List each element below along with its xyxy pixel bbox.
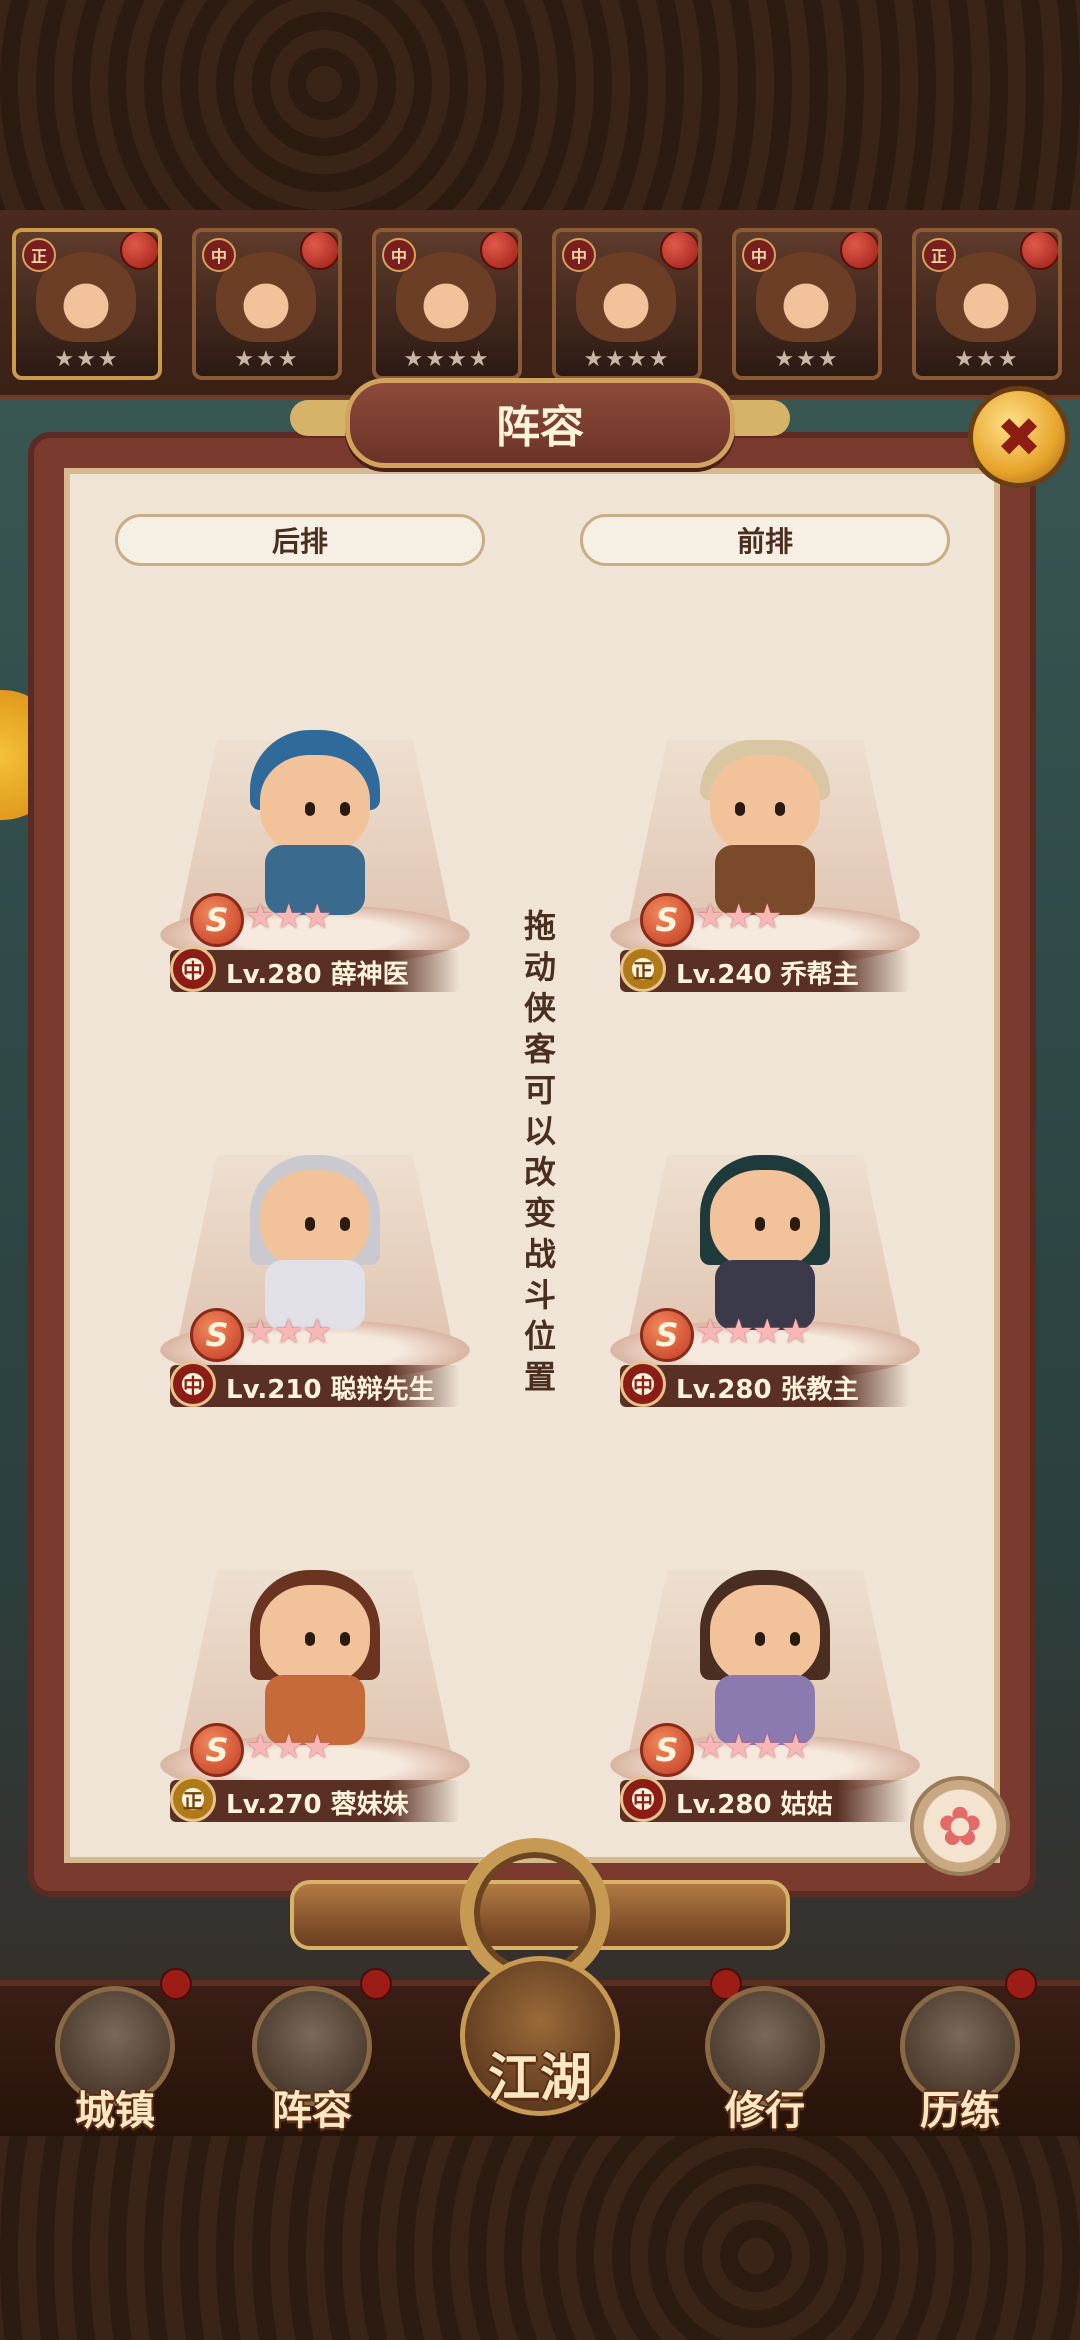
hero-name-bar: 正 Lv.240 乔帮主 [620, 946, 910, 992]
roster-hero-slot[interactable]: 中 ★★★ [732, 228, 882, 380]
roster-hero-slot[interactable]: 中 ★★★ [192, 228, 342, 380]
hero-card-front-1[interactable]: S ★★★ 正 Lv.240 乔帮主 [600, 700, 930, 1020]
star-rating: ★★★ [234, 347, 300, 372]
hero-figure [245, 1570, 385, 1745]
faction-badge: 中 [742, 238, 776, 272]
rank-badge: S [190, 893, 244, 947]
fan-button[interactable]: ✿ [910, 1776, 1010, 1876]
hero-roster: 正 ★★★ 中 ★★★ 中 ★★★★ 中 ★★★★ 中 ★★★ 正 ★★★ [0, 210, 1080, 399]
hero-level-name: Lv.280 姑姑 [676, 1790, 833, 1820]
hero-figure [695, 740, 835, 915]
star-rating: ★★★★ [695, 1312, 811, 1352]
star-rating: ★★★ [245, 1312, 332, 1352]
hero-level-name: Lv.270 蓉妹妹 [226, 1790, 409, 1820]
notification-dot [840, 232, 878, 270]
front-row-header: 前排 [580, 514, 950, 566]
hero-card-back-2[interactable]: S ★★★ 中 Lv.210 聪辩先生 [150, 1115, 480, 1435]
hero-card-back-3[interactable]: S ★★★ 正 Lv.270 蓉妹妹 [150, 1530, 480, 1850]
hero-name-bar: 中 Lv.280 姑姑 [620, 1776, 910, 1822]
star-rating: ★★★ [54, 347, 120, 372]
hero-name-bar: 中 Lv.280 薛神医 [170, 946, 460, 992]
faction-badge: 中 [620, 1361, 666, 1407]
star-rating: ★★★ [774, 347, 840, 372]
star-rating: ★★★ [245, 897, 332, 937]
hero-level-name: Lv.210 聪辩先生 [226, 1375, 435, 1405]
notification-dot [300, 232, 338, 270]
hero-card-front-3[interactable]: S ★★★★ 中 Lv.280 姑姑 [600, 1530, 930, 1850]
hero-card-back-1[interactable]: S ★★★ 中 Lv.280 薛神医 [150, 700, 480, 1020]
hero-figure [695, 1570, 835, 1745]
star-rating: ★★★ [954, 347, 1020, 372]
hero-name-bar: 中 Lv.280 张教主 [620, 1361, 910, 1407]
roster-hero-slot[interactable]: 中 ★★★★ [552, 228, 702, 380]
nav-cultivate-button[interactable]: 修行 [690, 1986, 840, 2136]
nav-town-button[interactable]: 城镇 [40, 1986, 190, 2136]
close-icon: ✖ [996, 405, 1042, 469]
faction-badge: 正 [922, 238, 956, 272]
nav-town-label: 城镇 [75, 2088, 155, 2134]
back-row-header: 后排 [115, 514, 485, 566]
nav-training-label: 历练 [920, 2088, 1000, 2134]
star-rating: ★★★★ [403, 347, 491, 372]
faction-badge: 中 [170, 946, 216, 992]
notification-dot [1020, 232, 1058, 270]
hero-level-name: Lv.280 薛神医 [226, 960, 409, 990]
rank-badge: S [640, 1723, 694, 1777]
hero-name-bar: 中 Lv.210 聪辩先生 [170, 1361, 460, 1407]
roster-hero-slot[interactable]: 正 ★★★ [912, 228, 1062, 380]
star-rating: ★★★★ [583, 347, 671, 372]
close-button[interactable]: ✖ [968, 386, 1070, 488]
bottom-pattern [0, 2130, 1080, 2340]
nav-cultivate-label: 修行 [725, 2088, 805, 2134]
notification-dot [480, 232, 518, 270]
nav-lineup-label: 阵容 [272, 2088, 352, 2134]
nav-jianghu-button[interactable]: 江湖 [460, 1956, 620, 2136]
top-pattern [0, 0, 1080, 210]
star-rating: ★★★★ [695, 1727, 811, 1767]
rank-badge: S [640, 893, 694, 947]
hero-level-name: Lv.280 张教主 [676, 1375, 859, 1405]
notification-dot [660, 232, 698, 270]
fan-icon: ✿ [937, 1794, 983, 1858]
hero-figure [245, 1155, 385, 1330]
hero-card-front-2[interactable]: S ★★★★ 中 Lv.280 张教主 [600, 1115, 930, 1435]
faction-badge: 正 [22, 238, 56, 272]
roster-hero-slot[interactable]: 正 ★★★ [12, 228, 162, 380]
hero-figure [695, 1155, 835, 1330]
rank-badge: S [190, 1723, 244, 1777]
bottom-nav: 城镇 阵容 江湖 修行 历练 [0, 1956, 1080, 2136]
star-rating: ★★★ [695, 897, 782, 937]
hero-figure [245, 730, 385, 915]
faction-badge: 中 [620, 1776, 666, 1822]
dialog-title: 阵容 [345, 378, 735, 468]
faction-badge: 正 [170, 1776, 216, 1822]
nav-training-button[interactable]: 历练 [885, 1986, 1035, 2136]
hero-level-name: Lv.240 乔帮主 [676, 960, 859, 990]
rank-badge: S [190, 1308, 244, 1362]
faction-badge: 中 [562, 238, 596, 272]
star-rating: ★★★ [245, 1727, 332, 1767]
faction-badge: 正 [620, 946, 666, 992]
drag-hint-text: 拖动侠客可以改变战斗位置 [523, 907, 556, 1396]
faction-badge: 中 [170, 1361, 216, 1407]
roster-hero-slot[interactable]: 中 ★★★★ [372, 228, 522, 380]
notification-dot [120, 232, 158, 270]
faction-badge: 中 [202, 238, 236, 272]
hero-name-bar: 正 Lv.270 蓉妹妹 [170, 1776, 460, 1822]
faction-badge: 中 [382, 238, 416, 272]
nav-lineup-button[interactable]: 阵容 [237, 1986, 387, 2136]
rank-badge: S [640, 1308, 694, 1362]
nav-jianghu-label: 江湖 [487, 2049, 592, 2109]
